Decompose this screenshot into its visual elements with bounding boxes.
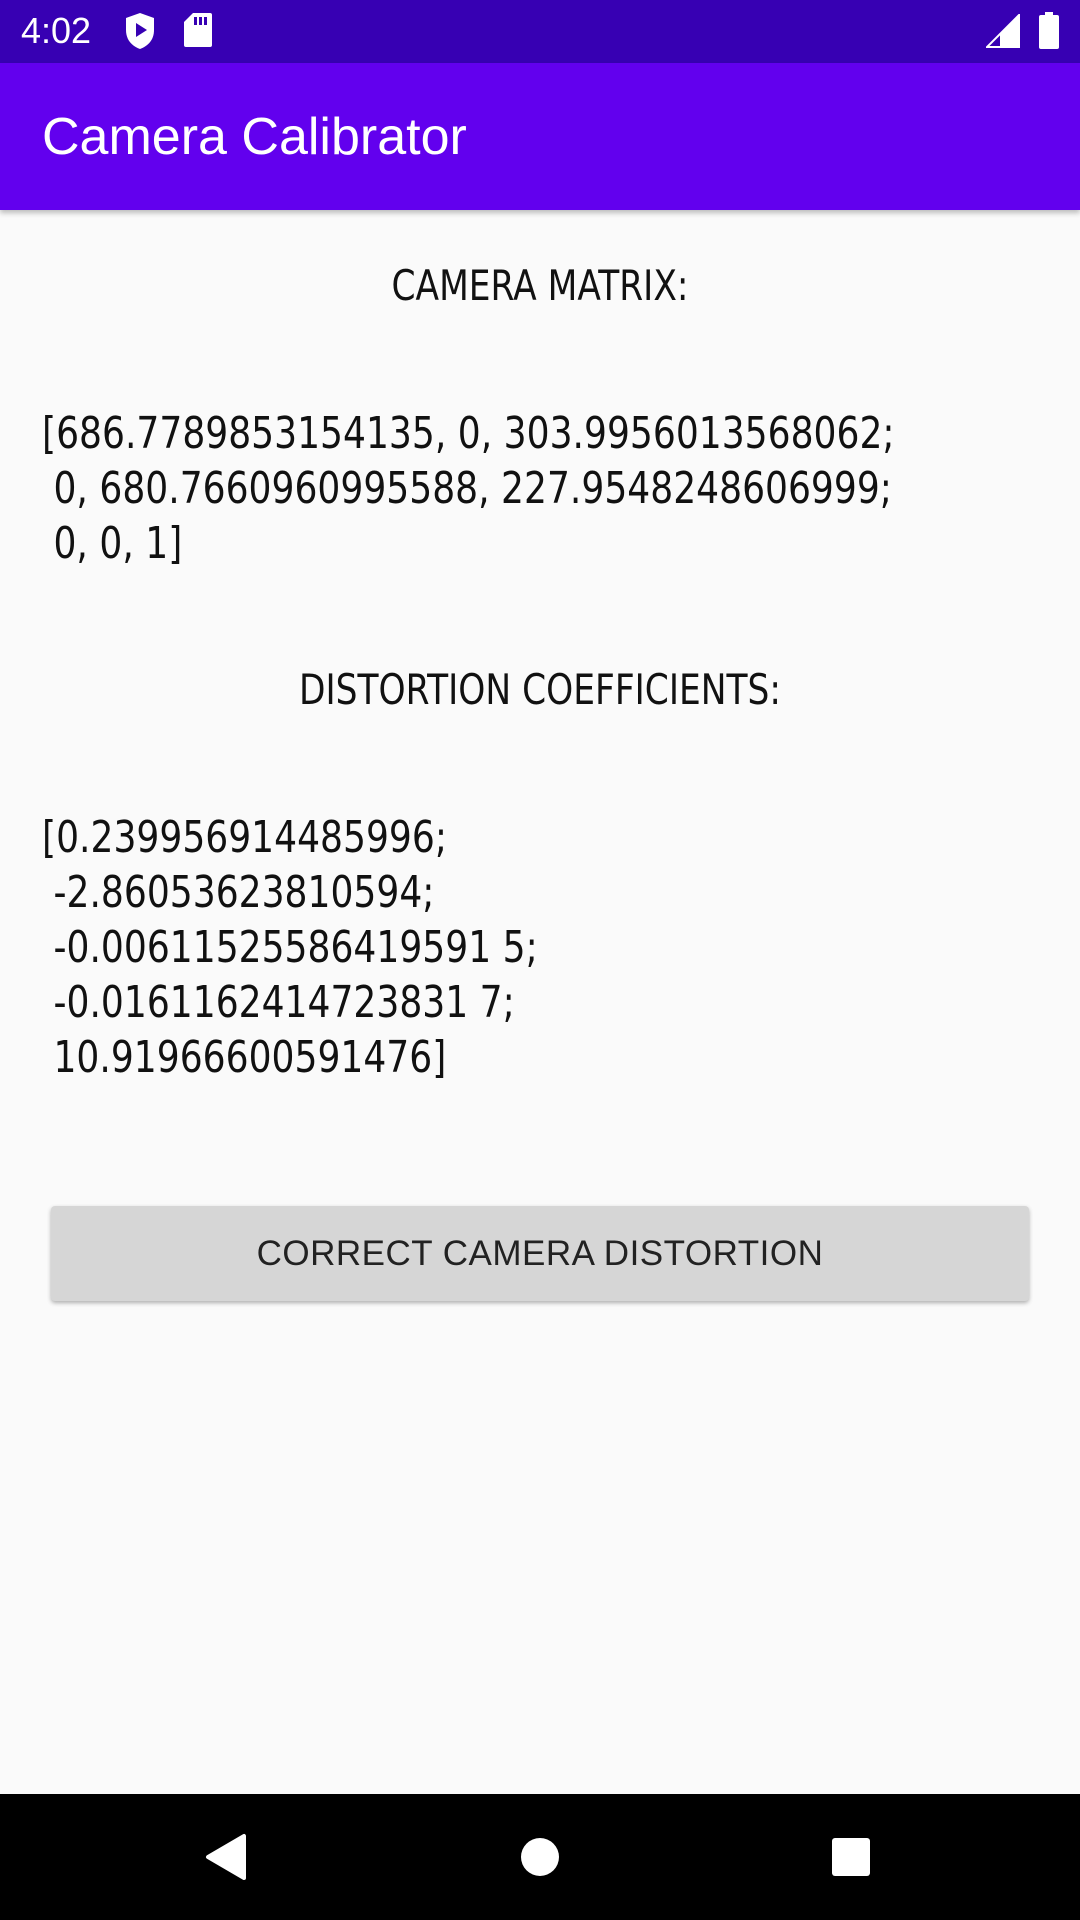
sd-card-icon: [183, 12, 213, 53]
screen: 4:02 Camera Calibrator CAMERA MATRIX: [6…: [0, 0, 1080, 1920]
back-icon: [206, 1834, 246, 1880]
shield-icon: [124, 12, 156, 55]
camera-matrix-value: [686.7789853154135, 0, 303.9956013568062…: [42, 408, 895, 569]
battery-icon: [1038, 12, 1060, 55]
home-icon: [521, 1838, 559, 1876]
cell-signal-icon: [984, 12, 1020, 53]
home-button[interactable]: [460, 1794, 620, 1920]
app-bar: Camera Calibrator: [0, 63, 1080, 210]
recents-icon: [832, 1838, 870, 1876]
app-title: Camera Calibrator: [42, 108, 467, 166]
navigation-bar: [0, 1794, 1080, 1920]
distortion-value: [0.239956914485996; -2.86053623810594; -…: [42, 812, 538, 1083]
status-time: 4:02: [21, 10, 92, 51]
recents-button[interactable]: [771, 1794, 931, 1920]
status-bar: 4:02: [0, 0, 1080, 63]
distortion-heading: DISTORTION COEFFICIENTS:: [298, 665, 782, 714]
back-button[interactable]: [146, 1794, 306, 1920]
camera-matrix-heading: CAMERA MATRIX:: [391, 261, 689, 310]
correct-distortion-button[interactable]: CORRECT CAMERA DISTORTION: [51, 1206, 1029, 1301]
